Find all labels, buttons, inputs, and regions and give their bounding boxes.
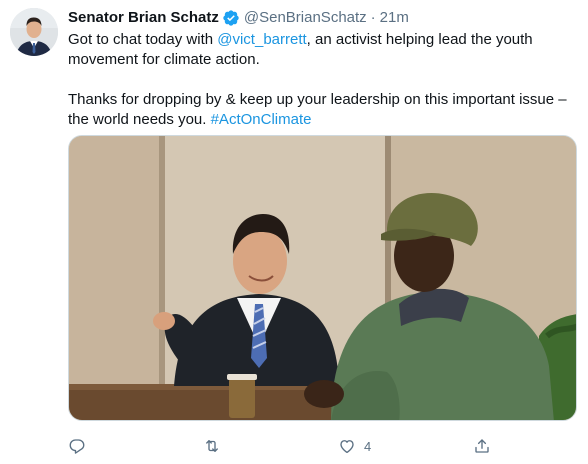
tweet-actions: 4 — [68, 434, 578, 458]
share-button[interactable] — [473, 434, 491, 458]
tweet-text: Got to chat today with @vict_barrett, an… — [68, 30, 578, 130]
reply-button[interactable] — [68, 434, 86, 458]
timestamp[interactable]: 21m — [380, 8, 409, 28]
tweet-photo[interactable] — [68, 135, 577, 421]
hashtag-link[interactable]: #ActOnClimate — [211, 111, 312, 128]
share-icon — [473, 437, 491, 455]
mention-link[interactable]: @vict_barrett — [217, 31, 306, 48]
verified-badge-icon — [222, 9, 240, 27]
heart-icon — [338, 437, 356, 455]
tweet-text-segment: Thanks for dropping by & keep up your le… — [68, 91, 567, 128]
user-handle[interactable]: @SenBrianSchatz — [244, 8, 367, 28]
reply-icon — [68, 437, 86, 455]
tweet-header: Senator Brian Schatz @SenBrianSchatz · 2… — [68, 8, 580, 28]
retweet-button[interactable] — [203, 434, 221, 458]
like-count: 4 — [364, 438, 372, 454]
tweet-paragraph-1: Got to chat today with @vict_barrett, an… — [68, 30, 578, 70]
tweet-paragraph-2: Thanks for dropping by & keep up your le… — [68, 90, 578, 130]
separator-dot: · — [370, 9, 376, 26]
tweet[interactable]: Senator Brian Schatz @SenBrianSchatz · 2… — [0, 0, 588, 464]
avatar[interactable] — [10, 8, 58, 56]
display-name[interactable]: Senator Brian Schatz — [68, 8, 219, 28]
retweet-icon — [203, 437, 221, 455]
tweet-text-segment: Got to chat today with — [68, 31, 218, 48]
like-button[interactable]: 4 — [338, 434, 371, 458]
